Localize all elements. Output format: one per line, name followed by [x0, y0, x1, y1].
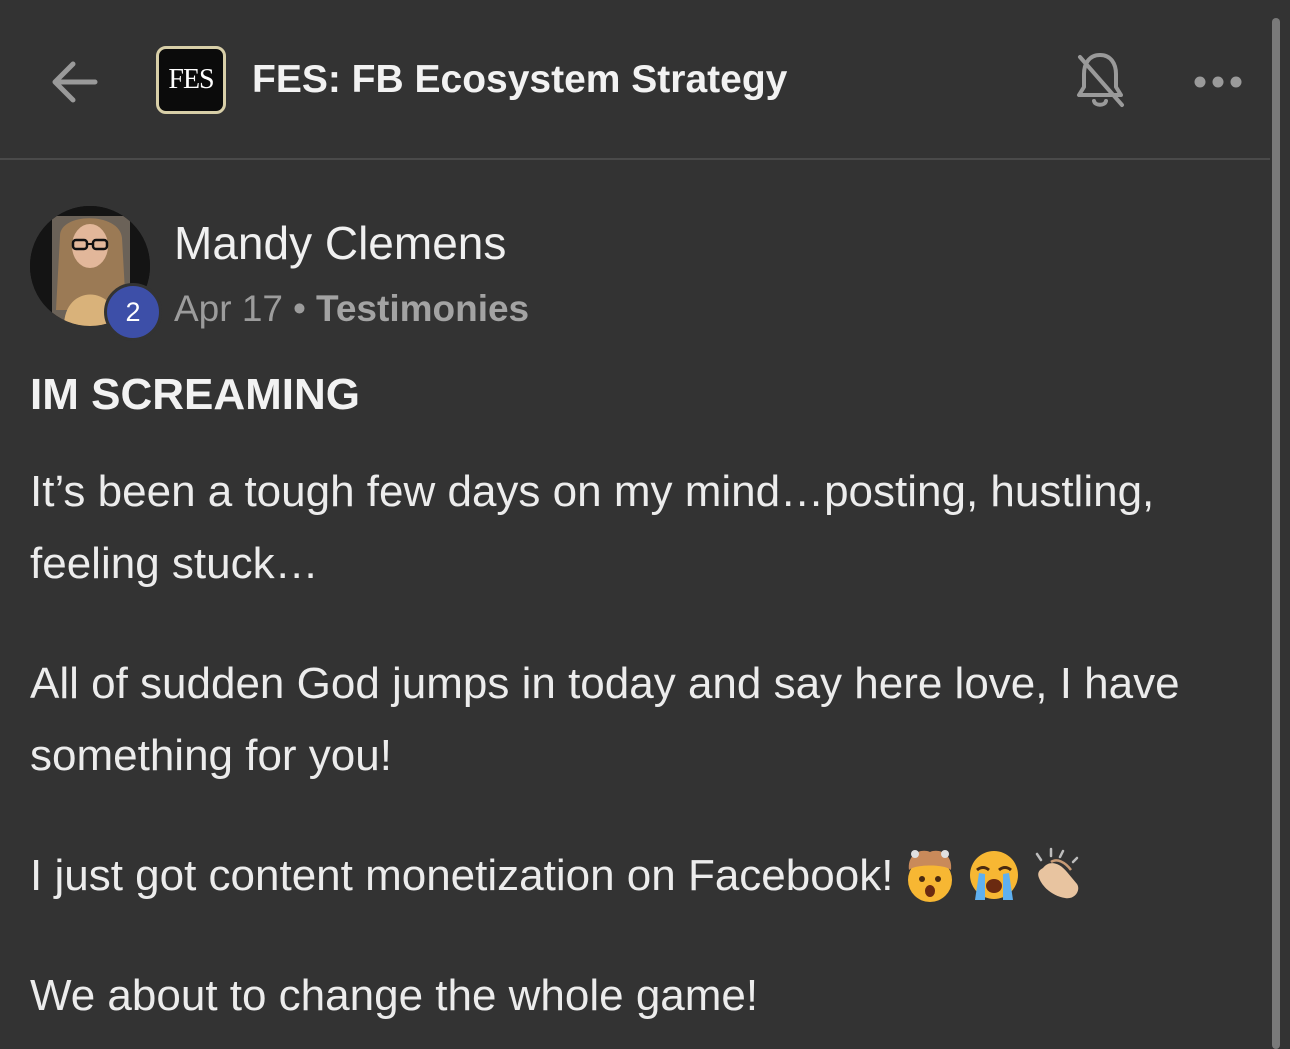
group-logo[interactable]: FES [156, 46, 226, 114]
post-paragraph: I just got content monetization on Faceb… [30, 840, 1255, 912]
exploding-head-emoji [908, 850, 953, 902]
notifications-button[interactable] [1072, 48, 1128, 112]
bell-off-icon [1077, 53, 1124, 107]
loudly-crying-face-emoji [970, 851, 1019, 900]
back-arrow-icon [52, 61, 98, 103]
author-name[interactable]: Mandy Clemens [174, 214, 506, 272]
post-paragraph: All of sudden God jumps in today and say… [30, 659, 1180, 780]
post-title: IM SCREAMING [30, 370, 360, 419]
post-category[interactable]: Testimonies [316, 288, 529, 329]
more-options-button[interactable] [1190, 60, 1246, 104]
group-logo-text: FES [168, 64, 214, 95]
emoji-group [901, 846, 1087, 904]
post-paragraph: We about to change the whole game! [30, 971, 759, 1020]
level-badge: 2 [104, 283, 162, 341]
scrollbar[interactable] [1272, 18, 1280, 1049]
post-paragraph: It’s been a tough few days on my mind…po… [30, 467, 1155, 588]
post-date: Apr 17 [174, 288, 284, 329]
clapping-hands-emoji [1036, 847, 1079, 899]
meta-separator: • [293, 288, 306, 329]
more-dots-icon [1194, 76, 1242, 88]
group-title[interactable]: FES: FB Ecosystem Strategy [252, 52, 787, 108]
group-header: FES FES: FB Ecosystem Strategy [0, 0, 1270, 160]
post-meta: Apr 17 • Testimonies [174, 285, 529, 333]
post-paragraph-text: I just got content monetization on Faceb… [30, 851, 894, 900]
back-button[interactable] [46, 54, 102, 110]
